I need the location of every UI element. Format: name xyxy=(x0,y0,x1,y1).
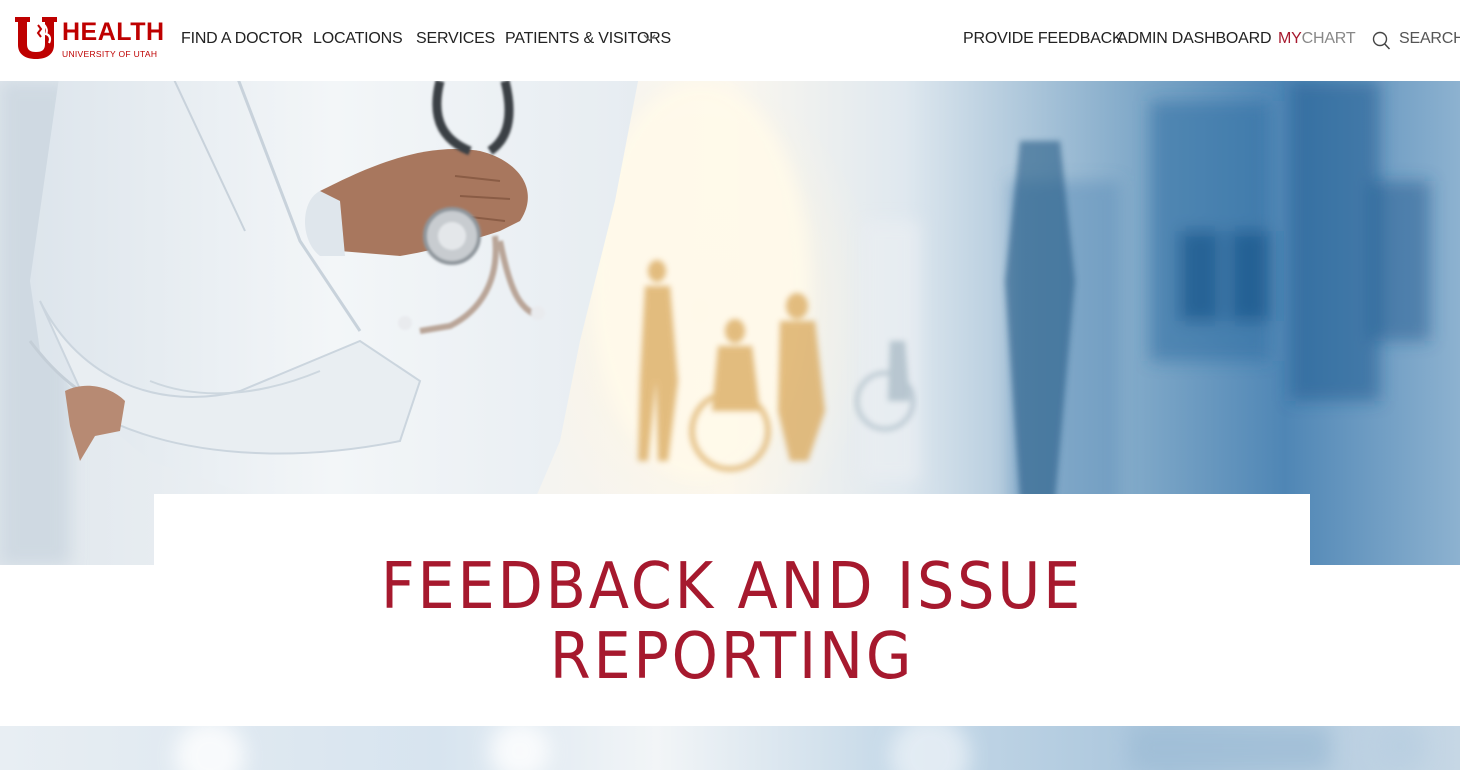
hero-image xyxy=(0,81,1460,565)
hero-illustration xyxy=(0,81,1430,565)
nav-services[interactable]: SERVICES xyxy=(416,29,495,49)
logo-brand-text: HEALTH xyxy=(62,18,165,46)
mychart-chart-text: CHART xyxy=(1301,30,1356,47)
nav-mychart[interactable]: MYCHART xyxy=(1278,29,1356,49)
nav-locations[interactable]: LOCATIONS xyxy=(313,29,403,49)
nav-search[interactable]: SEARCH xyxy=(1399,29,1460,49)
blurred-bokeh-background xyxy=(175,726,1425,770)
page-title: FEEDBACK AND ISSUE REPORTING xyxy=(380,550,1084,694)
logo-subtitle: UNIVERSITY OF UTAH xyxy=(62,49,158,59)
site-header: HEALTH UNIVERSITY OF UTAH FIND A DOCTOR … xyxy=(0,0,1460,81)
university-health-logo[interactable]: HEALTH UNIVERSITY OF UTAH xyxy=(15,17,164,61)
page-title-card: FEEDBACK AND ISSUE REPORTING xyxy=(154,494,1310,726)
next-section-background xyxy=(0,726,1460,770)
nav-admin-dashboard[interactable]: ADMIN DASHBOARD xyxy=(1117,29,1272,49)
chevron-down-icon[interactable] xyxy=(643,33,656,43)
nav-find-a-doctor[interactable]: FIND A DOCTOR xyxy=(181,29,303,49)
search-icon[interactable] xyxy=(1372,31,1391,51)
block-u-logo-icon xyxy=(15,17,57,59)
nav-provide-feedback[interactable]: PROVIDE FEEDBACK xyxy=(963,29,1123,49)
mychart-my-text: MY xyxy=(1278,30,1302,47)
